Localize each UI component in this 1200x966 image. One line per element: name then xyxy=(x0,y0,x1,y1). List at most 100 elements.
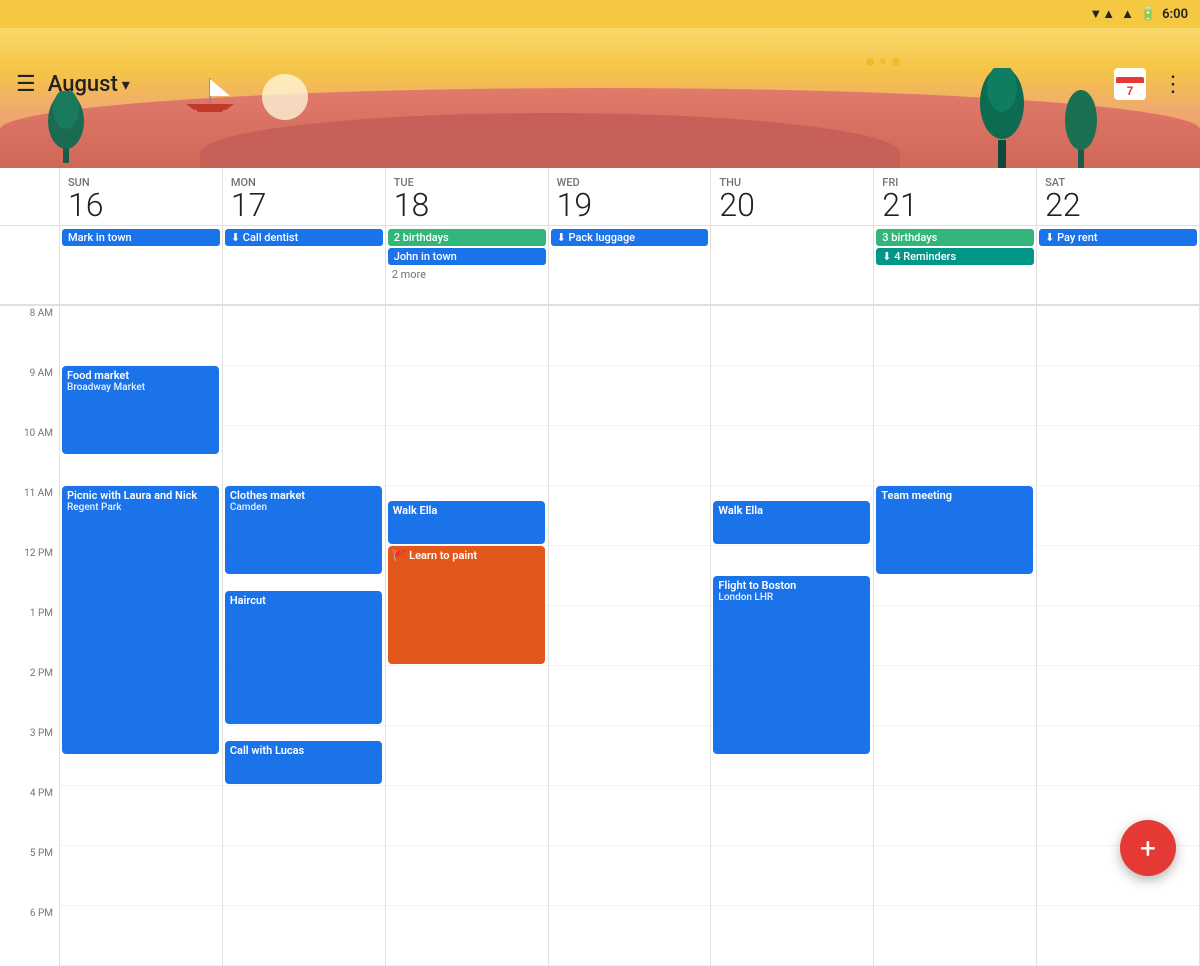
time-cell-d6-h9 xyxy=(1037,366,1200,426)
time-cell-d0-h16 xyxy=(60,786,223,846)
timed-event-clothes-market[interactable]: Clothes marketCamden xyxy=(225,486,382,574)
event-pack-luggage[interactable]: ⬇ Pack luggage xyxy=(551,229,709,246)
time-cell-d0-h17 xyxy=(60,846,223,906)
calendar-today-button[interactable]: 7 xyxy=(1114,68,1146,100)
day-header-sat[interactable]: Sat 22 xyxy=(1037,168,1200,225)
time-cell-d6-h13 xyxy=(1037,606,1200,666)
time-cell-d6-h8 xyxy=(1037,306,1200,366)
event-john-in-town[interactable]: John in town xyxy=(388,248,546,265)
status-bar: ▼▲ ▲ 🔋 6:00 xyxy=(0,0,1200,28)
time-label-9am: 9 AM xyxy=(0,366,60,426)
time-cell-d6-h16 xyxy=(1037,786,1200,846)
time-cell-d5-h18 xyxy=(874,906,1037,966)
time-cell-d4-h8 xyxy=(711,306,874,366)
allday-wed: ⬇ Pack luggage xyxy=(549,226,712,304)
battery-icon: 🔋 xyxy=(1140,7,1156,22)
time-cell-d1-h9 xyxy=(223,366,386,426)
time-cell-d3-h13 xyxy=(549,606,712,666)
time-cell-d3-h10 xyxy=(549,426,712,486)
timed-event-flight-to-boston[interactable]: Flight to BostonLondon LHR xyxy=(713,576,870,754)
time-cell-d3-h8 xyxy=(549,306,712,366)
dropdown-arrow-icon: ▾ xyxy=(122,75,130,94)
add-event-fab[interactable]: + xyxy=(1120,820,1176,876)
time-cell-d1-h10 xyxy=(223,426,386,486)
calendar-grid: Sun 16 Mon 17 Tue 18 Wed 19 Thu 20 Fri 2… xyxy=(0,168,1200,966)
event-4-reminders[interactable]: ⬇ 4 Reminders xyxy=(876,248,1034,265)
allday-sat: ⬇ Pay rent xyxy=(1037,226,1200,304)
time-cell-d5-h8 xyxy=(874,306,1037,366)
event-3-birthdays[interactable]: 3 birthdays xyxy=(876,229,1034,246)
time-cell-d3-h14 xyxy=(549,666,712,726)
time-label-10am: 10 AM xyxy=(0,426,60,486)
allday-thu xyxy=(711,226,874,304)
event-call-dentist[interactable]: ⬇ Call dentist xyxy=(225,229,383,246)
time-cell-d6-h12 xyxy=(1037,546,1200,606)
time-cell-d5-h9 xyxy=(874,366,1037,426)
signal-icon: ▲ xyxy=(1121,6,1134,22)
time-cell-d2-h8 xyxy=(386,306,549,366)
time-cell-d4-h10 xyxy=(711,426,874,486)
event-mark-in-town[interactable]: Mark in town xyxy=(62,229,220,246)
timed-event-team-meeting[interactable]: Team meeting xyxy=(876,486,1033,574)
time-grid-scroll[interactable]: 8 AM9 AM10 AM11 AM12 PM1 PM2 PM3 PM4 PM5… xyxy=(0,306,1200,966)
time-label-4pm: 4 PM xyxy=(0,786,60,846)
time-cell-d2-h15 xyxy=(386,726,549,786)
time-cell-d5-h13 xyxy=(874,606,1037,666)
day-header-tue[interactable]: Tue 18 xyxy=(386,168,549,225)
time-cell-d5-h16 xyxy=(874,786,1037,846)
time-cell-d0-h8 xyxy=(60,306,223,366)
time-cell-d4-h9 xyxy=(711,366,874,426)
time-label-1pm: 1 PM xyxy=(0,606,60,666)
toolbar-right: 7 ⋮ xyxy=(1114,68,1184,100)
time-label-12pm: 12 PM xyxy=(0,546,60,606)
allday-mon: ⬇ Call dentist xyxy=(223,226,386,304)
time-cell-d5-h17 xyxy=(874,846,1037,906)
time-cell-d1-h16 xyxy=(223,786,386,846)
event-2-birthdays[interactable]: 2 birthdays xyxy=(388,229,546,246)
timed-event-picnic-with-laura-an[interactable]: Picnic with Laura and NickRegent Park xyxy=(62,486,219,754)
timed-event-walk-ella[interactable]: Walk Ella xyxy=(713,501,870,544)
time-cell-d2-h9 xyxy=(386,366,549,426)
time-cell-d2-h17 xyxy=(386,846,549,906)
more-events-link-tue[interactable]: 2 more xyxy=(388,267,546,282)
time-cell-d2-h16 xyxy=(386,786,549,846)
day-header-fri[interactable]: Fri 21 xyxy=(874,168,1037,225)
day-header-wed[interactable]: Wed 19 xyxy=(549,168,712,225)
status-icons: ▼▲ ▲ 🔋 6:00 xyxy=(1089,6,1188,22)
menu-icon[interactable]: ☰ xyxy=(16,72,36,97)
time-cell-d2-h10 xyxy=(386,426,549,486)
event-pay-rent[interactable]: ⬇ Pay rent xyxy=(1039,229,1197,246)
time-cell-d3-h18 xyxy=(549,906,712,966)
timed-event-walk-ella[interactable]: Walk Ella xyxy=(388,501,545,544)
time-grid: 8 AM9 AM10 AM11 AM12 PM1 PM2 PM3 PM4 PM5… xyxy=(0,306,1200,966)
time-cell-d5-h15 xyxy=(874,726,1037,786)
more-options-icon[interactable]: ⋮ xyxy=(1162,72,1184,97)
timed-event-call-with-lucas[interactable]: Call with Lucas xyxy=(225,741,382,784)
day-header-sun[interactable]: Sun 16 xyxy=(60,168,223,225)
timed-event-🚩-learn-to-paint[interactable]: 🚩 Learn to paint xyxy=(388,546,545,664)
time-label-5pm: 5 PM xyxy=(0,846,60,906)
time-cell-d0-h18 xyxy=(60,906,223,966)
time-cell-d3-h16 xyxy=(549,786,712,846)
timed-event-food-market[interactable]: Food marketBroadway Market xyxy=(62,366,219,454)
day-header-thu[interactable]: Thu 20 xyxy=(711,168,874,225)
time-cell-d6-h18 xyxy=(1037,906,1200,966)
time-label-11am: 11 AM xyxy=(0,486,60,546)
time-cell-d4-h17 xyxy=(711,846,874,906)
allday-gutter xyxy=(0,226,60,304)
time-cell-d4-h18 xyxy=(711,906,874,966)
time-gutter-header xyxy=(0,168,60,225)
header-illustration: ☰ August ▾ 7 ⋮ xyxy=(0,28,1200,168)
timed-event-haircut[interactable]: Haircut xyxy=(225,591,382,724)
time-cell-d3-h15 xyxy=(549,726,712,786)
allday-row: Mark in town ⬇ Call dentist 2 birthdays … xyxy=(0,226,1200,306)
time-cell-d3-h9 xyxy=(549,366,712,426)
time-label-8am: 8 AM xyxy=(0,306,60,366)
time-cell-d6-h10 xyxy=(1037,426,1200,486)
month-title[interactable]: August ▾ xyxy=(48,72,130,97)
time-cell-d5-h14 xyxy=(874,666,1037,726)
wifi-icon: ▼▲ xyxy=(1089,6,1115,22)
time-cell-d3-h17 xyxy=(549,846,712,906)
time-cell-d3-h12 xyxy=(549,546,712,606)
day-header-mon[interactable]: Mon 17 xyxy=(223,168,386,225)
